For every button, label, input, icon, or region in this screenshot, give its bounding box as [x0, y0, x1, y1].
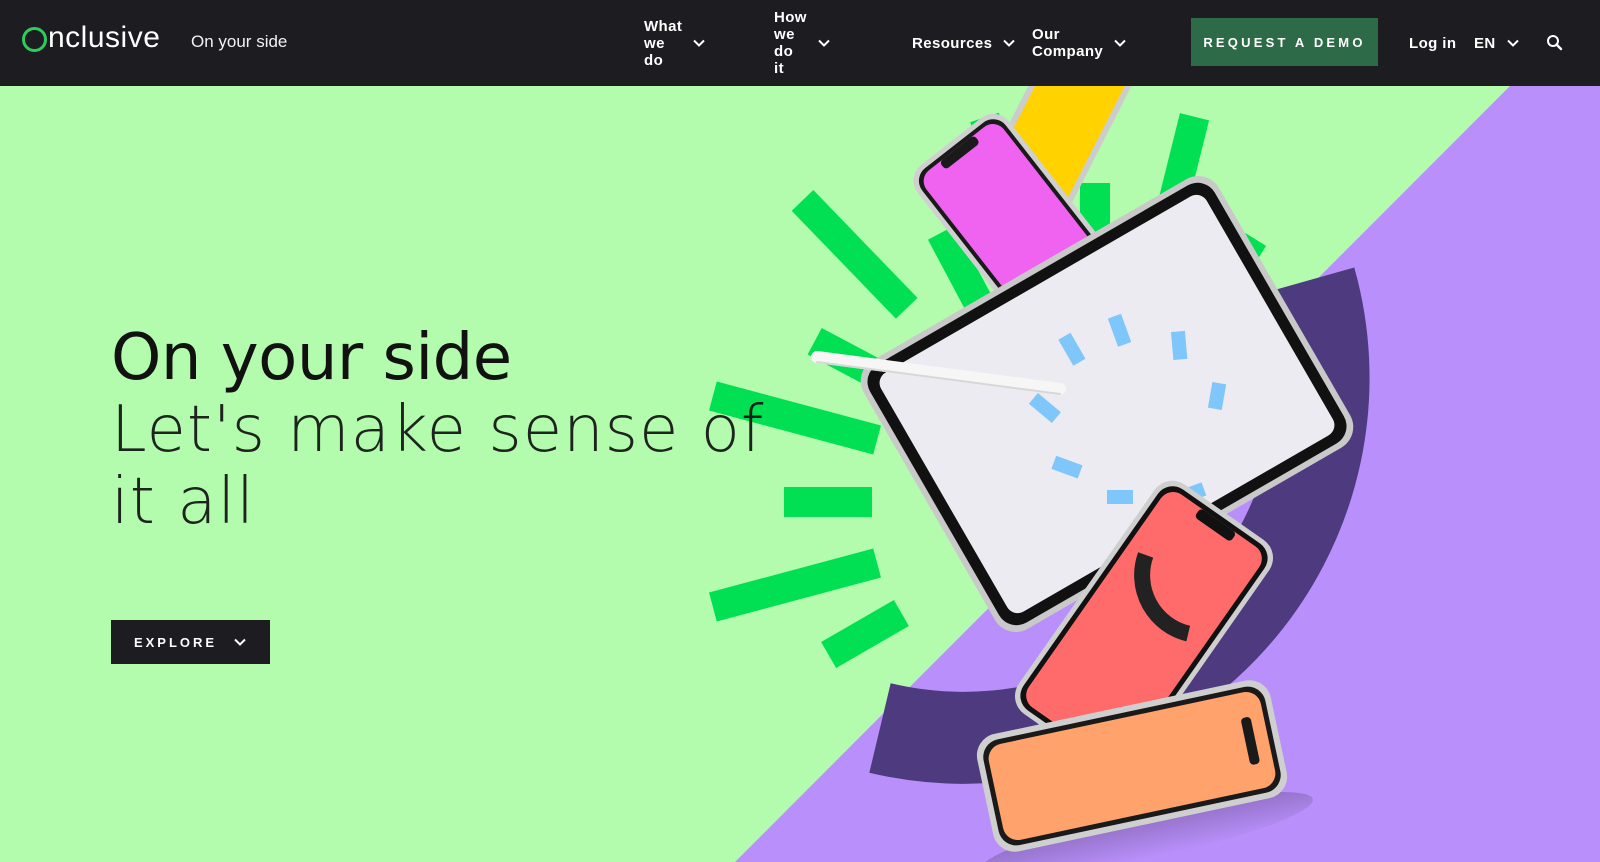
language-label: EN [1474, 34, 1496, 52]
onclusive-logo[interactable]: nclusive [22, 18, 160, 58]
top-navigation-bar: nclusive On your side What we do How we … [0, 0, 1600, 86]
nav-label: Resources [912, 34, 993, 52]
chevron-down-icon [692, 36, 706, 50]
nav-label: Our Company [1032, 26, 1104, 60]
page: nclusive On your side What we do How we … [0, 0, 1600, 862]
nav-label: What we do [644, 17, 683, 69]
login-label: Log in [1409, 34, 1457, 52]
nav-what-we-do[interactable]: What we do [644, 18, 706, 69]
hero-subheadline: Let's make sense of it all [111, 393, 765, 539]
nav-our-company[interactable]: Our Company [1032, 26, 1127, 60]
hero-headline: On your side [111, 321, 512, 395]
hero-text-block: On your side Let's make sense of it all [111, 322, 791, 538]
login-link[interactable]: Log in [1409, 32, 1456, 54]
nav-resources[interactable]: Resources [912, 32, 1016, 54]
chevron-down-icon [1506, 36, 1520, 50]
chevron-down-icon [817, 36, 831, 50]
explore-button[interactable]: EXPLORE [111, 620, 270, 664]
chevron-down-icon [1113, 36, 1127, 50]
header-tagline: On your side [191, 32, 288, 51]
explore-label: EXPLORE [133, 634, 218, 650]
logo-o-icon [22, 26, 47, 52]
search-icon[interactable] [1545, 33, 1565, 53]
logo-wordmark: nclusive [48, 21, 161, 54]
nav-label: How we do it [774, 9, 807, 77]
language-selector[interactable]: EN [1474, 32, 1520, 54]
chevron-down-icon [233, 635, 247, 649]
request-demo-button[interactable]: REQUEST A DEMO [1191, 18, 1378, 66]
chevron-down-icon [1002, 36, 1016, 50]
nav-how-we-do-it[interactable]: How we do it [774, 9, 831, 77]
